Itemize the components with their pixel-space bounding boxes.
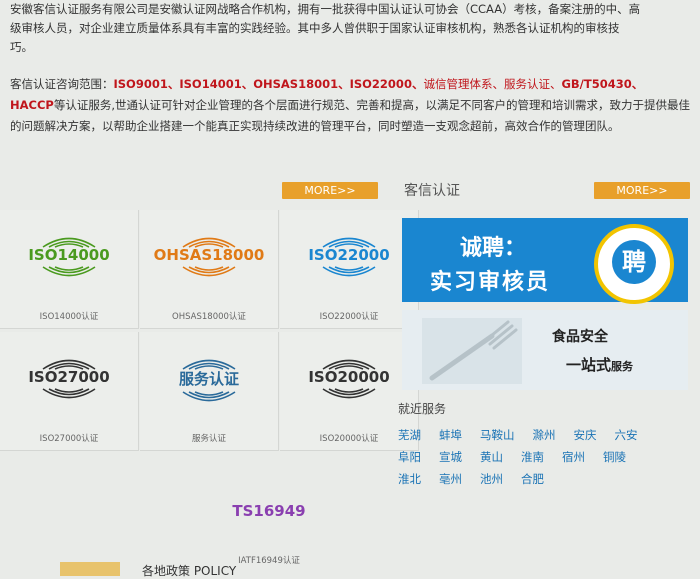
food-line-2: 一站式服务: [566, 356, 634, 374]
city-link[interactable]: 阜阳: [398, 446, 421, 468]
city-link[interactable]: 池州: [480, 468, 503, 490]
scope-label: 客信认证咨询范围：: [10, 77, 114, 91]
cert-code: ISO27000: [28, 368, 110, 386]
cert-code: TS16949: [232, 502, 306, 520]
cert-code: ISO22000: [308, 246, 390, 264]
food-safety-banner[interactable]: 食品安全 一站式服务: [402, 310, 688, 390]
more-button-kexin[interactable]: MORE>>: [594, 182, 690, 199]
recruit-char: 聘: [612, 240, 656, 284]
city-link[interactable]: 滁州: [533, 424, 556, 446]
scope-item-haccp: HACCP: [10, 98, 54, 112]
cert-tile[interactable]: ISO27000 ISO27000认证: [0, 332, 139, 451]
city-link[interactable]: 淮北: [398, 468, 421, 490]
city-link[interactable]: 安庆: [574, 424, 597, 446]
globe-bottom-icon: [322, 266, 376, 277]
footer-strip: [60, 562, 120, 576]
city-link[interactable]: 合肥: [521, 468, 544, 490]
city-link[interactable]: 芜湖: [398, 424, 421, 446]
intro-line-1: 安徽客信认证服务有限公司是安徽认证网战略合作机构，拥有一批获得中国认证认可协会（…: [10, 2, 641, 16]
city-link[interactable]: 宣城: [439, 446, 462, 468]
more-button-certs[interactable]: MORE>>: [282, 182, 378, 199]
city-link[interactable]: 六安: [615, 424, 638, 446]
city-link[interactable]: 黄山: [480, 446, 503, 468]
scope-item: ISO22000、: [349, 77, 424, 91]
cert-tile[interactable]: OHSAS18000 OHSAS18000认证: [140, 210, 279, 329]
cert-code: OHSAS18000: [153, 246, 265, 264]
consulting-scope: 客信认证咨询范围：ISO9001、ISO14001、OHSAS18001、ISO…: [10, 74, 690, 137]
cert-logo: ISO27000: [0, 354, 138, 424]
intro-line-3: 巧。: [10, 40, 33, 54]
cert-logo: ISO22000: [280, 232, 418, 302]
city-link[interactable]: 马鞍山: [480, 424, 515, 446]
scope-item: OHSAS18001、: [253, 77, 350, 91]
globe-bottom-icon: [182, 391, 236, 402]
cert-logo: ISO14000: [0, 232, 138, 302]
cert-caption: ISO27000认证: [39, 434, 99, 444]
globe-bottom-icon: [182, 266, 236, 277]
cert-caption: ISO14000认证: [39, 312, 99, 322]
scope-item: 服务认证、: [503, 77, 562, 91]
cert-tile[interactable]: 服务认证 服务认证: [140, 332, 279, 451]
scope-item: 诚信管理体系、: [423, 77, 504, 91]
cert-code: ISO20000: [308, 368, 390, 386]
nearby-title: 就近服务: [398, 402, 447, 416]
cert-code: ISO14000: [28, 246, 110, 264]
fork-icon: [422, 318, 522, 384]
globe-bottom-icon: [42, 388, 96, 399]
cert-logo: 服务认证: [140, 354, 278, 424]
cert-caption: OHSAS18000认证: [172, 312, 246, 322]
intro-line-2: 级审核人员，对企业建立质量体系具有丰富的实践经验。其中多人曾供职于国家认证审核机…: [10, 21, 620, 35]
section-title: 客信认证: [404, 183, 460, 199]
recruit-banner[interactable]: 诚聘： 实习审核员 聘: [402, 218, 688, 304]
cert-caption: 服务认证: [191, 434, 226, 444]
cert-tile[interactable]: ISO14000 ISO14000认证: [0, 210, 139, 329]
recruit-badge: 聘: [594, 224, 674, 304]
city-list: 芜湖 蚌埠 马鞍山 滁州 安庆 六安阜阳 宣城 黄山 淮南 宿州 铜陵淮北 亳州 池州 合肥: [398, 424, 678, 490]
city-link[interactable]: 亳州: [439, 468, 462, 490]
recruit-line-1: 诚聘：: [460, 236, 527, 261]
food-line-1: 食品安全: [552, 329, 608, 345]
company-intro: 安徽客信认证服务有限公司是安徽认证网战略合作机构，拥有一批获得中国认证认可协会（…: [10, 0, 690, 57]
cert-code: 服务认证: [178, 370, 239, 388]
cert-grid: ISO14000 ISO14000认证 OHSAS18000 OHSAS18000认证…: [0, 210, 419, 568]
scope-item: ISO9001、: [113, 77, 180, 91]
globe-bottom-icon: [42, 266, 96, 277]
policy-heading: 各地政策 POLICY: [142, 564, 237, 578]
scope-description: 等认证服务,世通认证可针对企业管理的各个层面进行规范、完善和提高，以满足不同客户…: [10, 98, 690, 133]
city-link[interactable]: 淮南: [521, 446, 544, 468]
globe-bottom-icon: [322, 388, 376, 399]
scope-item: GB/T50430、: [561, 77, 644, 91]
city-link[interactable]: 宿州: [562, 446, 585, 468]
cert-logo: TS16949: [200, 476, 338, 546]
city-link[interactable]: 铜陵: [603, 446, 626, 468]
city-link[interactable]: 蚌埠: [439, 424, 462, 446]
cert-tile[interactable]: TS16949 IATF16949认证: [200, 454, 338, 572]
cert-logo: OHSAS18000: [140, 232, 278, 302]
cert-tile[interactable]: ISO22000 ISO22000认证: [280, 210, 419, 329]
recruit-line-2: 实习审核员: [430, 270, 551, 295]
scope-item: ISO14001、: [179, 77, 254, 91]
cert-caption: ISO22000认证: [319, 312, 379, 322]
